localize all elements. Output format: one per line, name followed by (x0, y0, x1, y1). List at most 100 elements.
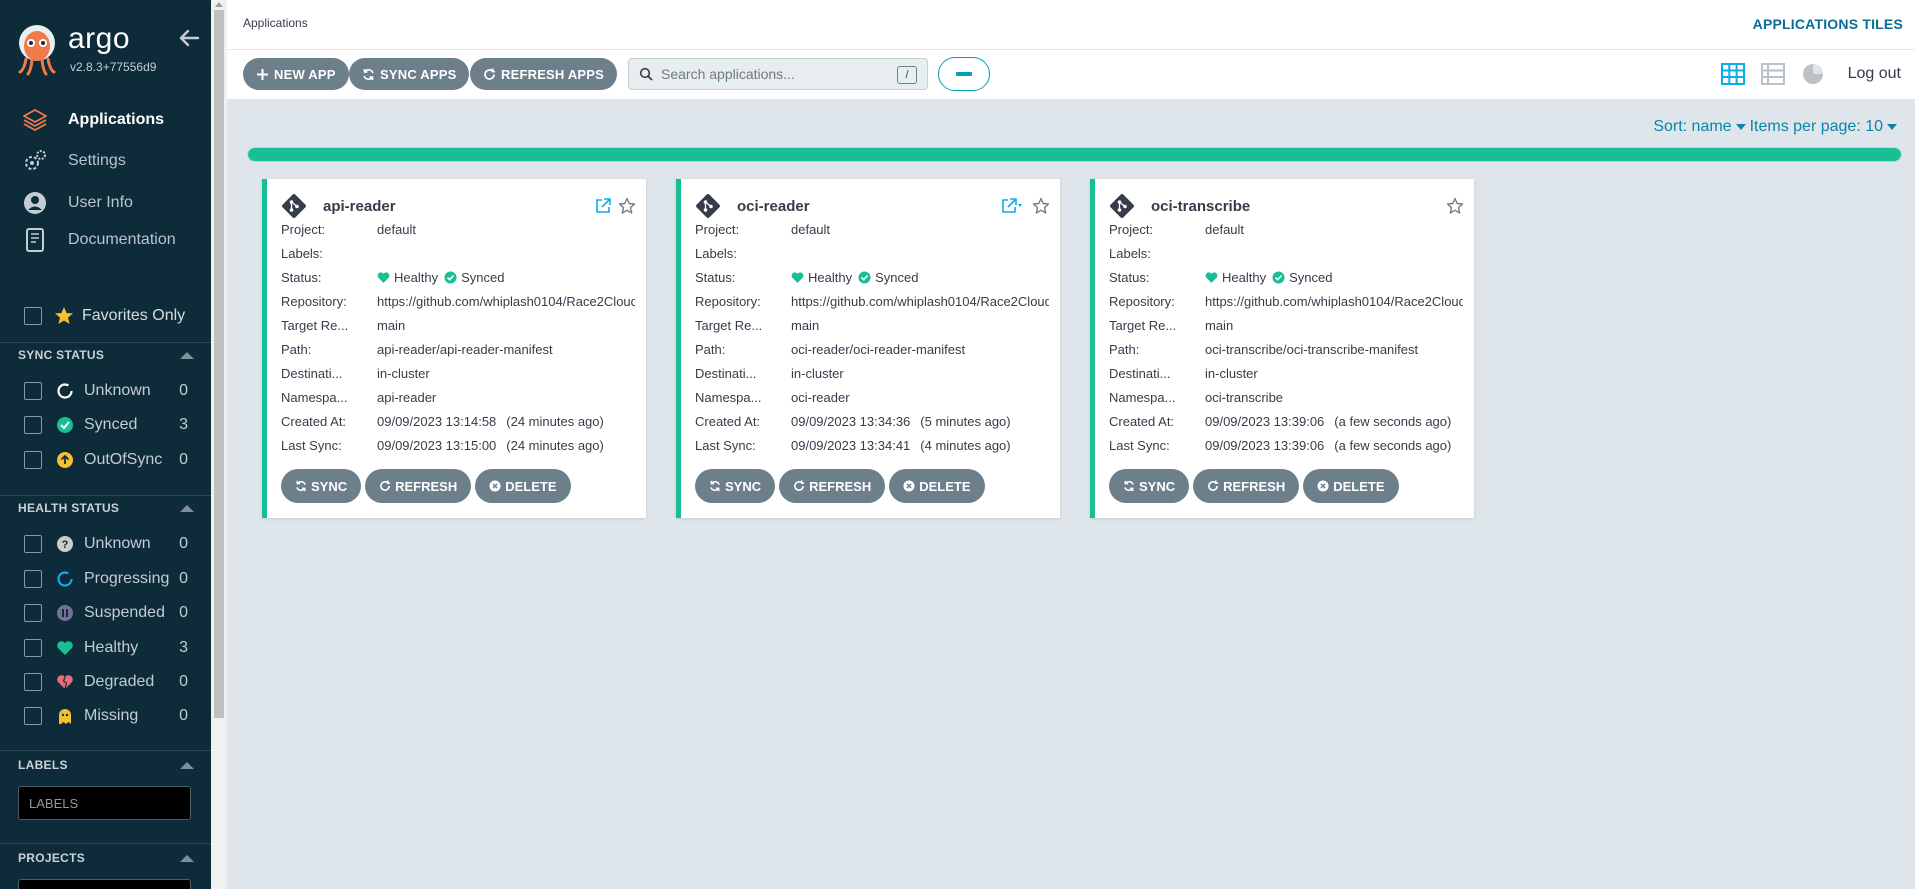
sync-icon (710, 480, 720, 492)
checkbox[interactable] (24, 451, 42, 469)
last-sync-value: 09/09/2023 13:34:41 (4 minutes ago) (791, 438, 1049, 453)
items-per-page-dropdown[interactable]: Items per page: 10 (1750, 118, 1883, 136)
refresh-button[interactable]: REFRESH (365, 469, 472, 503)
filter-health-degraded[interactable]: Degraded 0 (24, 670, 188, 694)
labels-input[interactable]: LABELS (18, 786, 191, 820)
app-tile[interactable]: oci-transcribe Project: default Labels: S… (1090, 179, 1474, 518)
filter-health-unknown[interactable]: ? Unknown 0 (24, 532, 188, 556)
filter-label: Unknown (84, 382, 151, 399)
collapse-caret-icon[interactable] (180, 351, 194, 359)
relative-time: (a few seconds ago) (1334, 413, 1452, 429)
app-tile[interactable]: api-reader Project: default Labels: Statu… (262, 179, 646, 518)
sidebar-scrollbar[interactable] (211, 0, 227, 889)
external-link-dropdown-icon[interactable] (1000, 197, 1026, 215)
filter-health-suspended[interactable]: Suspended 0 (24, 601, 188, 625)
relative-time: (a few seconds ago) (1334, 437, 1452, 453)
checkbox[interactable] (24, 382, 42, 400)
checkbox[interactable] (24, 416, 42, 434)
checkbox[interactable] (24, 570, 42, 588)
destination-value: in-cluster (1205, 365, 1258, 381)
times-circle-icon (489, 480, 501, 492)
app-name[interactable]: oci-transcribe (1151, 198, 1440, 215)
filter-sync-synced[interactable]: Synced 3 (24, 413, 188, 437)
filter-label: Progressing (84, 570, 170, 587)
filter-label: Unknown (84, 535, 151, 552)
nav-documentation[interactable]: Documentation (22, 224, 202, 256)
summary-pie-icon[interactable] (1800, 62, 1826, 86)
refresh-icon (794, 480, 805, 491)
nav-settings[interactable]: Settings (22, 145, 202, 177)
logout-link[interactable]: Log out (1848, 65, 1901, 83)
field-label: Destinati... (281, 365, 343, 381)
collapse-arrow-icon[interactable] (178, 28, 200, 48)
sync-button[interactable]: SYNC (695, 469, 776, 503)
collapse-caret-icon[interactable] (180, 761, 194, 769)
tiles-view-icon[interactable] (1720, 62, 1746, 86)
field-label: Status: (1109, 269, 1150, 285)
app-tile[interactable]: oci-reader Project: default Labels: Statu… (676, 179, 1060, 518)
checkbox[interactable] (24, 707, 42, 725)
field-label: Labels: (1109, 245, 1151, 261)
new-app-button[interactable]: NEW APP (243, 58, 349, 90)
delete-button[interactable]: DELETE (889, 469, 985, 503)
caret-down-icon[interactable] (1735, 124, 1746, 130)
search-box[interactable]: / (628, 58, 928, 90)
external-link-icon[interactable] (594, 197, 612, 215)
refresh-apps-button[interactable]: REFRESH APPS (470, 58, 618, 90)
projects-input[interactable] (18, 879, 191, 889)
checkbox[interactable] (24, 673, 42, 691)
filter-label: Missing (84, 707, 139, 724)
delete-button[interactable]: DELETE (475, 469, 571, 503)
question-circle-icon: ? (57, 536, 73, 552)
breadcrumb[interactable]: Applications (243, 16, 308, 30)
collapse-caret-icon[interactable] (180, 854, 194, 862)
field-label: Repository: (281, 293, 347, 309)
sync-button[interactable]: SYNC (281, 469, 362, 503)
filter-health-missing[interactable]: Missing 0 (24, 704, 188, 728)
checkbox[interactable] (24, 604, 42, 622)
filters-toggle-button[interactable] (938, 57, 990, 91)
delete-button[interactable]: DELETE (1303, 469, 1399, 503)
path-value: oci-transcribe/oci-transcribe-manifest (1205, 341, 1419, 357)
app-name[interactable]: api-reader (323, 198, 588, 215)
filter-sync-outofsync[interactable]: OutOfSync 0 (24, 448, 188, 472)
filter-sync-unknown[interactable]: Unknown 0 (24, 379, 188, 403)
checkbox[interactable] (24, 639, 42, 657)
created-at-value: 09/09/2023 13:34:36 (5 minutes ago) (791, 414, 1049, 429)
filter-label: Degraded (84, 673, 155, 690)
favorite-star-icon[interactable] (618, 197, 636, 215)
list-view-icon[interactable] (1760, 62, 1786, 86)
filter-health-healthy[interactable]: Healthy 3 (24, 636, 188, 660)
scrollbar-thumb[interactable] (214, 10, 224, 718)
app-name[interactable]: oci-reader (737, 198, 994, 215)
filter-label: Synced (84, 416, 138, 433)
caret-down-icon[interactable] (1887, 124, 1897, 130)
checkbox[interactable] (24, 307, 42, 325)
field-label: Namespa... (1109, 389, 1176, 405)
search-input[interactable] (661, 66, 891, 82)
divider (0, 495, 211, 496)
sync-status: Synced (1289, 269, 1333, 285)
refresh-button[interactable]: REFRESH (779, 469, 886, 503)
nav-user-info[interactable]: User Info (22, 187, 202, 219)
divider (0, 342, 211, 343)
sync-button[interactable]: SYNC (1109, 469, 1190, 503)
scroll-up-arrow-icon[interactable] (215, 2, 223, 7)
project-value: default (791, 221, 831, 237)
favorite-star-icon[interactable] (1446, 197, 1464, 215)
collapse-caret-icon[interactable] (180, 504, 194, 512)
sync-apps-button[interactable]: SYNC APPS (349, 58, 470, 90)
favorite-star-icon[interactable] (1032, 197, 1050, 215)
filter-health-progressing[interactable]: Progressing 0 (24, 567, 188, 591)
refresh-button[interactable]: REFRESH (1193, 469, 1300, 503)
favorites-only-filter[interactable]: Favorites Only (24, 306, 185, 326)
sort-dropdown[interactable]: Sort: name (1653, 118, 1731, 136)
checkbox[interactable] (24, 535, 42, 553)
refresh-icon (380, 480, 391, 491)
times-circle-icon (1317, 480, 1329, 492)
filter-count: 0 (179, 570, 188, 587)
keyboard-shortcut-hint: / (897, 66, 917, 84)
nav-applications[interactable]: Applications (22, 104, 202, 136)
field-label: Project: (281, 221, 326, 237)
filter-count: 0 (179, 382, 188, 399)
